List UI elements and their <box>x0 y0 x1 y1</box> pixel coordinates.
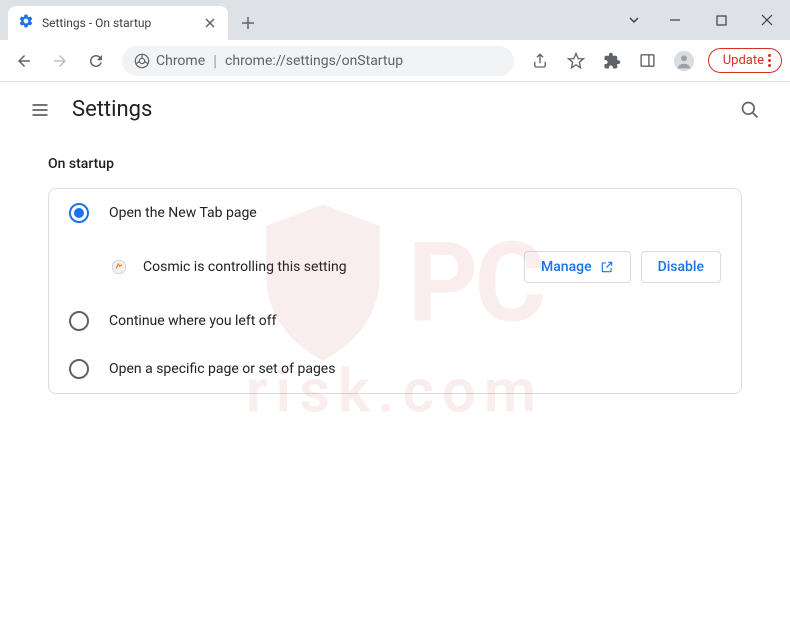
titlebar: Settings - On startup <box>0 0 790 40</box>
extensions-button[interactable] <box>596 45 628 77</box>
option-label: Open the New Tab page <box>109 205 257 221</box>
omnibox[interactable]: Chrome | chrome://settings/onStartup <box>122 46 514 76</box>
page-title: Settings <box>72 97 152 122</box>
option-specific[interactable]: Open a specific page or set of pages <box>49 345 741 393</box>
share-button[interactable] <box>524 45 556 77</box>
url-text: chrome://settings/onStartup <box>225 53 403 69</box>
browser-tab[interactable]: Settings - On startup <box>8 6 228 40</box>
profile-button[interactable] <box>668 45 700 77</box>
sidepanel-button[interactable] <box>632 45 664 77</box>
radio-selected-icon <box>69 203 89 223</box>
close-window-button[interactable] <box>744 4 790 36</box>
menu-button[interactable] <box>20 90 60 130</box>
forward-button[interactable] <box>44 45 76 77</box>
maximize-button[interactable] <box>698 4 744 36</box>
option-new-tab[interactable]: Open the New Tab page <box>49 189 741 237</box>
notice-buttons: Manage Disable <box>524 251 721 283</box>
startup-options-card: Open the New Tab page Cosmic is controll… <box>48 188 742 394</box>
disable-label: Disable <box>658 259 704 275</box>
content-area: On startup Open the New Tab page Cosmic … <box>0 138 790 412</box>
update-button[interactable]: Update <box>708 48 782 73</box>
settings-header: Settings <box>0 82 790 138</box>
chrome-scheme-icon: Chrome <box>134 53 205 69</box>
open-external-icon <box>600 260 614 274</box>
settings-gear-icon <box>18 13 34 33</box>
radio-unselected-icon <box>69 359 89 379</box>
back-button[interactable] <box>8 45 40 77</box>
search-button[interactable] <box>730 90 770 130</box>
update-label: Update <box>723 53 764 68</box>
url-divider: | <box>213 51 217 70</box>
reload-button[interactable] <box>80 45 112 77</box>
new-tab-button[interactable] <box>234 9 262 37</box>
option-continue[interactable]: Continue where you left off <box>49 297 741 345</box>
option-label: Continue where you left off <box>109 313 277 329</box>
bookmark-button[interactable] <box>560 45 592 77</box>
radio-unselected-icon <box>69 311 89 331</box>
option-label: Open a specific page or set of pages <box>109 361 335 377</box>
tab-search-button[interactable] <box>616 4 652 36</box>
toolbar: Chrome | chrome://settings/onStartup Upd… <box>0 40 790 82</box>
manage-label: Manage <box>541 259 592 275</box>
menu-dots-icon <box>768 54 771 67</box>
extension-notice: Cosmic is controlling this setting Manag… <box>49 237 741 297</box>
extension-app-icon <box>109 257 129 277</box>
disable-button[interactable]: Disable <box>641 251 721 283</box>
minimize-button[interactable] <box>652 4 698 36</box>
scheme-label: Chrome <box>156 53 205 69</box>
window-controls <box>616 0 790 40</box>
tab-title: Settings - On startup <box>42 16 194 30</box>
close-tab-button[interactable] <box>202 15 218 31</box>
manage-button[interactable]: Manage <box>524 251 631 283</box>
extension-notice-text: Cosmic is controlling this setting <box>143 259 510 275</box>
section-title: On startup <box>48 156 742 172</box>
